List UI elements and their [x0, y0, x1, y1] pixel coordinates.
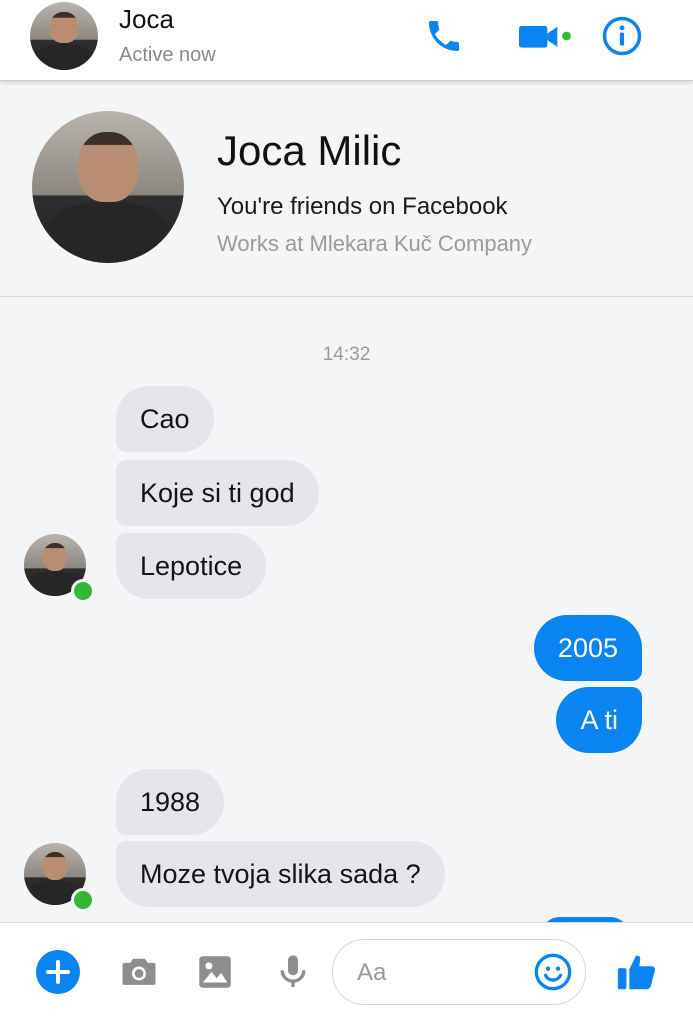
info-icon[interactable] — [600, 14, 644, 58]
contact-name[interactable]: Joca — [119, 4, 174, 35]
incoming-message[interactable]: Lepotice — [116, 533, 267, 599]
work-info: Works at Mlekara Kuč Company — [217, 231, 533, 256]
outgoing-message[interactable]: A ti — [556, 687, 642, 753]
microphone-icon[interactable] — [268, 947, 318, 997]
friendship-status: You're friends on Facebook — [217, 193, 508, 220]
online-indicator — [71, 579, 95, 603]
incoming-message[interactable]: Cao — [116, 386, 214, 452]
image-icon[interactable] — [190, 947, 240, 997]
incoming-message[interactable]: 1988 — [116, 769, 225, 835]
message-input[interactable] — [355, 954, 519, 992]
contact-profile-card: Joca Milic You're friends on Facebook Wo… — [0, 81, 693, 297]
message-input-container[interactable] — [332, 939, 586, 1005]
camera-icon[interactable] — [114, 947, 164, 997]
active-status: Active now — [119, 44, 216, 66]
online-indicator — [71, 888, 95, 912]
profile-avatar[interactable] — [32, 111, 184, 263]
incoming-message[interactable]: Moze tvoja slika sada ? — [116, 841, 445, 907]
conversation-header: Joca Active now — [0, 0, 693, 81]
contact-avatar[interactable] — [30, 2, 98, 70]
message-timestamp: 14:32 — [322, 344, 371, 365]
emoji-icon[interactable] — [529, 948, 577, 996]
outgoing-message[interactable]: 2005 — [533, 615, 642, 681]
profile-name: Joca Milic — [217, 127, 402, 174]
message-composer — [0, 922, 693, 1025]
phone-icon[interactable] — [422, 14, 466, 58]
message-thread[interactable]: Joca Milic You're friends on Facebook Wo… — [0, 81, 693, 922]
incoming-message[interactable]: Koje si ti god — [116, 460, 319, 526]
plus-icon[interactable] — [33, 947, 83, 997]
thumbs-up-icon[interactable] — [612, 947, 662, 997]
video-camera-icon[interactable] — [514, 14, 574, 58]
